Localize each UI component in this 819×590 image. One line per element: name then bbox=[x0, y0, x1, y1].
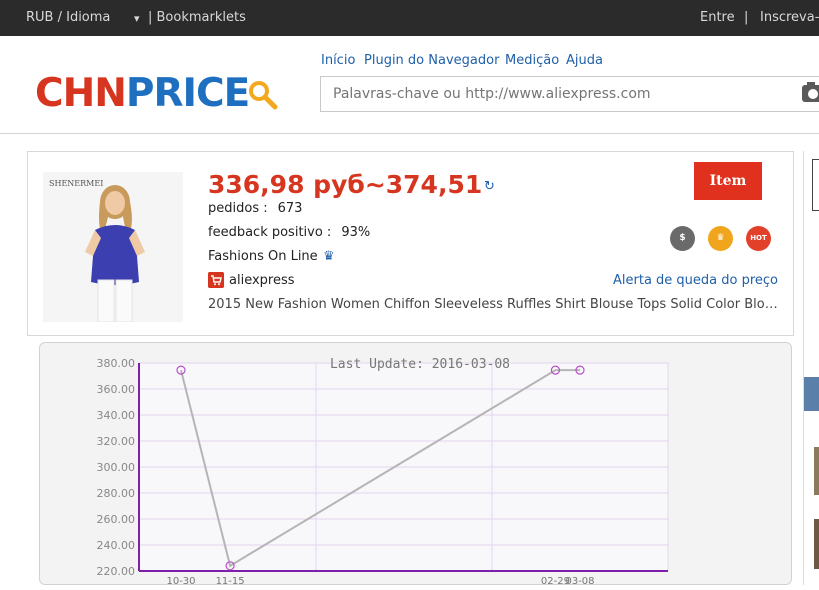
search-box bbox=[320, 76, 819, 112]
price-range: 336,98 руб~374,51 bbox=[208, 170, 483, 199]
nav-browser-plugin[interactable]: Plugin do Navegador bbox=[364, 53, 499, 68]
magnifier-logo-icon bbox=[249, 81, 278, 110]
nav-help[interactable]: Ajuda bbox=[566, 53, 603, 68]
y-tick-label: 260.00 bbox=[97, 513, 136, 526]
sidebar-thumbnail[interactable] bbox=[804, 377, 819, 411]
feedback-row: feedback positivo : 93% bbox=[208, 225, 370, 240]
site-header: CHNPRICE Início Plugin do Navegador Medi… bbox=[0, 36, 819, 134]
source-store-link[interactable]: aliexpress bbox=[229, 273, 295, 288]
site-logo[interactable]: CHNPRICE bbox=[35, 71, 278, 116]
product-card: SHENERMEI 336,98 руб~374,51 ↻ pedidos : 6… bbox=[27, 151, 794, 336]
orders-row: pedidos : 673 bbox=[208, 201, 302, 216]
orders-label: pedidos : bbox=[208, 201, 268, 216]
item-button[interactable]: Item bbox=[694, 162, 762, 200]
nav-measurement[interactable]: Medição bbox=[505, 53, 559, 68]
crown-icon: ♛ bbox=[323, 249, 335, 264]
product-title[interactable]: 2015 New Fashion Women Chiffon Sleeveles… bbox=[208, 297, 778, 312]
y-tick-label: 240.00 bbox=[97, 539, 136, 552]
camera-icon[interactable] bbox=[802, 82, 819, 102]
y-tick-label: 380.00 bbox=[97, 357, 136, 370]
y-tick-label: 280.00 bbox=[97, 487, 136, 500]
search-input[interactable] bbox=[321, 77, 791, 111]
right-sidebar bbox=[803, 151, 819, 585]
y-tick-label: 320.00 bbox=[97, 435, 136, 448]
feedback-label: feedback positivo : bbox=[208, 225, 332, 240]
y-tick-label: 360.00 bbox=[97, 383, 136, 396]
crown-badge-icon: ♛ bbox=[708, 226, 733, 251]
logo-part-chn: CHN bbox=[35, 71, 127, 116]
sidebar-thumbnail[interactable] bbox=[812, 159, 819, 211]
sidebar-thumbnail[interactable] bbox=[814, 447, 819, 495]
product-brand: SHENERMEI bbox=[49, 179, 104, 188]
dollar-badge-icon: $ bbox=[670, 226, 695, 251]
refresh-icon[interactable]: ↻ bbox=[484, 179, 495, 194]
currency-language-menu[interactable]: RUB / Idioma bbox=[26, 10, 110, 25]
sidebar-thumbnail[interactable] bbox=[814, 519, 819, 569]
y-tick-label: 300.00 bbox=[97, 461, 136, 474]
feedback-value: 93% bbox=[341, 225, 371, 240]
price-chart-svg: 380.00 360.00 340.00 320.00 300.00 280.00 260.… bbox=[97, 357, 669, 587]
product-image[interactable]: SHENERMEI bbox=[43, 172, 183, 322]
bookmarklets-link[interactable]: | Bookmarklets bbox=[148, 10, 246, 25]
nav-home[interactable]: Início bbox=[321, 53, 355, 68]
y-tick-label: 220.00 bbox=[97, 565, 136, 578]
login-link[interactable]: Entre bbox=[700, 10, 735, 25]
register-link[interactable]: Inscreva- bbox=[760, 10, 819, 25]
logo-part-price: PRICE bbox=[125, 71, 250, 116]
topbar-separator: | bbox=[744, 10, 749, 25]
hot-badge-icon: HOT bbox=[746, 226, 771, 251]
top-bar: RUB / Idioma ▾ | Bookmarklets Entre | In… bbox=[0, 0, 819, 36]
product-photo-illustration bbox=[43, 172, 183, 322]
y-tick-label: 340.00 bbox=[97, 409, 136, 422]
orders-value: 673 bbox=[277, 201, 303, 216]
chart-title: Last Update: 2016-03-08 bbox=[330, 357, 510, 372]
chevron-down-icon[interactable]: ▾ bbox=[134, 12, 140, 25]
shopping-cart-icon bbox=[208, 272, 224, 288]
store-name[interactable]: Fashions On Line bbox=[208, 249, 318, 264]
price-drop-alert-link[interactable]: Alerta de queda do preço bbox=[613, 273, 778, 288]
price-history-chart: 380.00 360.00 340.00 320.00 300.00 280.00 260.… bbox=[39, 342, 792, 587]
